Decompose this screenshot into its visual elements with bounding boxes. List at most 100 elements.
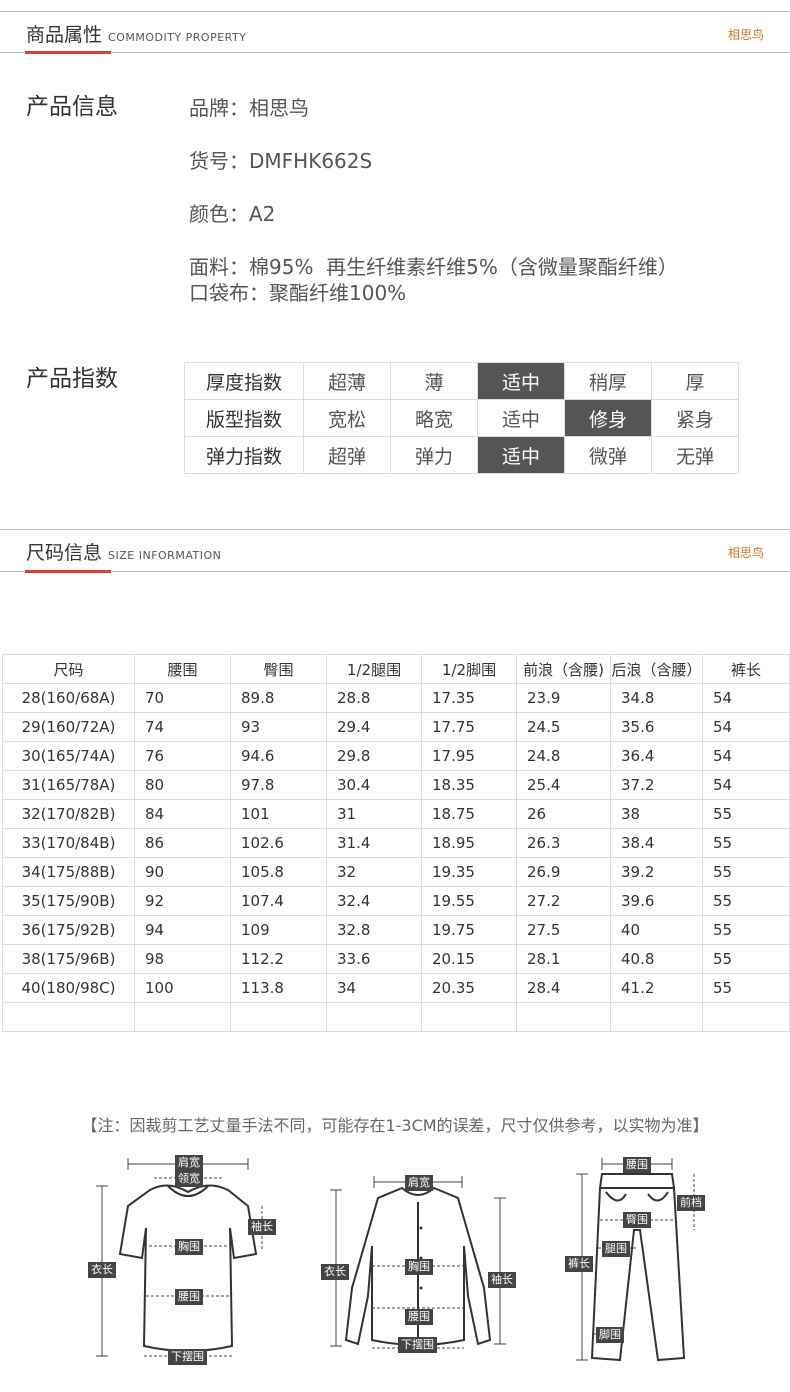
size-table-cell: 23.9	[516, 683, 611, 713]
product-info-sku: 货号：DMFHK662S	[189, 149, 373, 173]
size-table-cell: 54	[702, 683, 790, 713]
size-table-cell: 41.2	[610, 973, 703, 1003]
size-table-cell: 17.75	[421, 712, 517, 742]
index-label: 厚度指数	[184, 362, 304, 400]
size-table-cell: 54	[702, 741, 790, 771]
pants-foot-label: 脚围	[596, 1327, 624, 1343]
product-info-brand: 品牌：相思鸟	[189, 96, 309, 120]
size-table-cell: 80	[134, 770, 231, 800]
size-table-cell: 19.55	[421, 886, 517, 916]
size-table-row: 34(175/88B) 90 105.8 32 19.35 26.9 39.2 55	[2, 857, 790, 887]
index-option: 弹力	[390, 436, 478, 474]
size-table-cell: 29.8	[326, 741, 422, 771]
size-table-cell: 113.8	[230, 973, 327, 1003]
size-table-cell: 24.8	[516, 741, 611, 771]
size-table: 尺码 腰围 臀围 1/2腿围 1/2脚围 前浪（含腰) 后浪（含腰） 裤长 28(160/68A…	[2, 654, 790, 1032]
size-table-cell: 55	[702, 799, 790, 829]
size-table-cell: 89.8	[230, 683, 327, 713]
product-info-fabric: 面料：棉95% 再生纤维素纤维5%（含微量聚酯纤维）	[189, 255, 678, 279]
size-table-cell	[326, 1002, 422, 1032]
section2-accent-bar	[25, 570, 111, 573]
size-table-row: 32(170/82B) 84 101 31 18.75 26 38 55	[2, 799, 790, 829]
size-table-cell: 70	[134, 683, 231, 713]
size-table-cell: 55	[702, 944, 790, 974]
pants-diagram: 腰围 前档 臀围 腿围 裤长 脚围	[562, 1150, 712, 1370]
index-option-selected: 适中	[477, 362, 565, 400]
size-table-cell: 98	[134, 944, 231, 974]
size-table-cell: 32	[326, 857, 422, 887]
size-table-cell: 55	[702, 828, 790, 858]
size-table-header-cell: 裤长	[702, 654, 790, 684]
pants-waist-label: 腰围	[623, 1157, 651, 1173]
size-table-cell: 28.1	[516, 944, 611, 974]
index-option-selected: 适中	[477, 436, 565, 474]
shirt-waist-label: 腰围	[405, 1309, 433, 1325]
size-table-cell: 32.8	[326, 915, 422, 945]
shirt-hem-label: 下摆围	[398, 1337, 437, 1353]
index-option: 适中	[477, 399, 565, 437]
size-table-cell: 40(180/98C)	[2, 973, 135, 1003]
size-table-cell: 34(175/88B)	[2, 857, 135, 887]
size-table-cell	[2, 1002, 135, 1032]
tshirt-waist-label: 腰围	[175, 1289, 203, 1305]
size-table-cell: 40.8	[610, 944, 703, 974]
index-option: 略宽	[390, 399, 478, 437]
size-table-cell: 38	[610, 799, 703, 829]
size-table-cell: 34	[326, 973, 422, 1003]
index-row-fit: 版型指数 宽松 略宽 适中 修身 紧身	[184, 399, 739, 437]
size-table-row: 30(165/74A) 76 94.6 29.8 17.95 24.8 36.4 54	[2, 741, 790, 771]
index-option: 微弹	[564, 436, 652, 474]
shirt-length-label: 衣长	[321, 1264, 349, 1280]
size-table-cell: 18.75	[421, 799, 517, 829]
size-table-cell: 26.3	[516, 828, 611, 858]
index-option: 厚	[651, 362, 739, 400]
size-table-cell: 28.8	[326, 683, 422, 713]
size-table-cell: 36(175/92B)	[2, 915, 135, 945]
tshirt-length-label: 衣长	[88, 1262, 116, 1278]
size-table-cell	[134, 1002, 231, 1032]
tshirt-diagram: 肩宽 领宽 袖长 胸围 衣长 腰围 下摆围	[88, 1150, 288, 1370]
size-table-row: 36(175/92B) 94 109 32.8 19.75 27.5 40 55	[2, 915, 790, 945]
size-table-cell: 94.6	[230, 741, 327, 771]
size-table-cell: 25.4	[516, 770, 611, 800]
index-row-elasticity: 弹力指数 超弹 弹力 适中 微弹 无弹	[184, 436, 739, 474]
index-label: 弹力指数	[184, 436, 304, 474]
section2-brand: 相思鸟	[727, 546, 764, 560]
size-table-cell: 112.2	[230, 944, 327, 974]
size-table-cell: 97.8	[230, 770, 327, 800]
tshirt-chest-label: 胸围	[175, 1239, 203, 1255]
size-table-cell: 84	[134, 799, 231, 829]
size-table-cell: 20.15	[421, 944, 517, 974]
size-table-cell: 55	[702, 915, 790, 945]
size-table-cell: 32(170/82B)	[2, 799, 135, 829]
pants-length-label: 裤长	[565, 1256, 593, 1272]
size-table-cell: 31	[326, 799, 422, 829]
section2-top-line	[0, 529, 790, 530]
size-table-row: 33(170/84B) 86 102.6 31.4 18.95 26.3 38.4 55	[2, 828, 790, 858]
size-table-header-row: 尺码 腰围 臀围 1/2腿围 1/2脚围 前浪（含腰) 后浪（含腰） 裤长	[2, 654, 790, 684]
index-option: 稍厚	[564, 362, 652, 400]
product-info-pocket: 口袋布：聚酯纤维100%	[189, 281, 407, 305]
size-table-header-cell: 腰围	[134, 654, 231, 684]
section1-title: 商品属性	[26, 24, 103, 46]
size-table-cell: 18.35	[421, 770, 517, 800]
size-table-header-cell: 后浪（含腰）	[610, 654, 703, 684]
size-table-cell: 20.35	[421, 973, 517, 1003]
size-table-cell: 100	[134, 973, 231, 1003]
size-table-cell: 26.9	[516, 857, 611, 887]
size-table-cell: 94	[134, 915, 231, 945]
size-table-cell: 18.95	[421, 828, 517, 858]
size-table-header-cell: 臀围	[230, 654, 327, 684]
size-table-cell: 102.6	[230, 828, 327, 858]
pants-thigh-label: 腿围	[602, 1241, 630, 1257]
pants-hip-label: 臀围	[623, 1212, 651, 1228]
size-table-cell: 54	[702, 770, 790, 800]
size-table-cell: 27.2	[516, 886, 611, 916]
size-table-cell: 36.4	[610, 741, 703, 771]
size-table-cell: 30(165/74A)	[2, 741, 135, 771]
size-table-cell: 33.6	[326, 944, 422, 974]
index-option: 紧身	[651, 399, 739, 437]
size-table-cell	[610, 1002, 703, 1032]
size-table-cell: 29.4	[326, 712, 422, 742]
size-table-cell: 39.6	[610, 886, 703, 916]
